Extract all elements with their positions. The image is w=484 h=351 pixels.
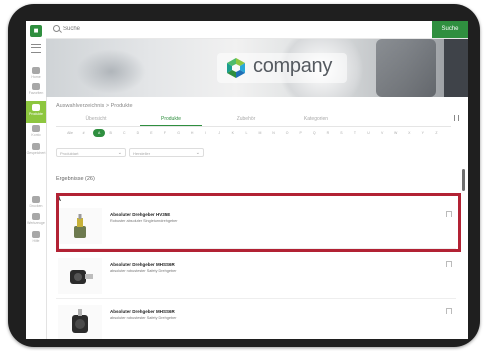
banner-image-part	[76, 49, 146, 94]
product-card[interactable]: Absoluter Drehgeber MHSS6R absoluter rob…	[56, 301, 456, 339]
banner-image-part	[376, 39, 436, 97]
alphabet-letter[interactable]: T	[351, 129, 359, 137]
alphabet-filter: Alle # A B C D E F G H I J K L M N O P Q R S T U V W X Y Z	[56, 129, 456, 137]
encoder-image	[72, 309, 88, 333]
product-title[interactable]: Absoluter Drehgeber MHSS6R	[110, 262, 175, 267]
alphabet-letter[interactable]: #	[80, 129, 88, 137]
encoder-image	[70, 270, 93, 284]
alphabet-letter[interactable]: M	[256, 129, 264, 137]
alphabet-letter[interactable]: V	[378, 129, 386, 137]
user-icon	[32, 125, 40, 132]
rail-item-favoriten[interactable]: Favoriten	[26, 83, 46, 95]
filter-label: Hersteller	[133, 151, 151, 156]
chevron-down-icon: ⌄	[117, 150, 122, 156]
alphabet-letter[interactable]: H	[188, 129, 196, 137]
product-image	[58, 305, 102, 339]
rail-item-produkte[interactable]: Produkte	[26, 101, 46, 123]
chevron-down-icon: ⌄	[195, 150, 200, 156]
rail-item-label: Werkzeuge	[27, 221, 45, 225]
company-name: company	[253, 55, 333, 77]
tab-bar: Übersicht Produkte Zubehör Kategorien	[56, 114, 451, 127]
heart-icon	[32, 83, 40, 90]
rail-item-label: Favoriten	[28, 91, 44, 95]
tab-produkte[interactable]: Produkte	[141, 116, 201, 122]
alphabet-letter[interactable]: Alle	[66, 129, 74, 137]
pause-icon[interactable]	[454, 115, 459, 121]
alphabet-letter[interactable]: Q	[310, 129, 318, 137]
rail-item-home[interactable]: Home	[26, 67, 46, 79]
filter-produktart[interactable]: Produktart ⌄	[56, 148, 126, 157]
rail-item-label: Gespeichert	[26, 151, 46, 155]
company-logo: company	[217, 53, 347, 83]
company-logo-icon	[227, 58, 245, 78]
alphabet-letter[interactable]: D	[134, 129, 142, 137]
bookmark-icon	[32, 143, 40, 150]
tab-uebersicht[interactable]: Übersicht	[66, 116, 126, 122]
alphabet-letter[interactable]: L	[242, 129, 250, 137]
product-description: absoluter robustester Safety Drehgeber	[110, 316, 177, 320]
alphabet-letter[interactable]: Y	[419, 129, 427, 137]
product-card[interactable]: Absoluter Drehgeber MHSS6R absoluter rob…	[56, 254, 456, 299]
tab-kategorien[interactable]: Kategorien	[286, 116, 346, 122]
lightbulb-icon	[32, 104, 40, 111]
alphabet-letter[interactable]: I	[202, 129, 210, 137]
bookmark-icon[interactable]	[446, 261, 452, 267]
alphabet-letter[interactable]: E	[147, 129, 155, 137]
search-button[interactable]: Suche	[432, 21, 468, 38]
rail-item-gespeichert[interactable]: Gespeichert	[26, 143, 46, 155]
alphabet-letter[interactable]: K	[229, 129, 237, 137]
rail-item-label: Konto	[31, 133, 41, 137]
hamburger-menu-icon[interactable]	[31, 44, 41, 53]
alphabet-letter[interactable]: Z	[432, 129, 440, 137]
left-rail: ■ Home Favoriten Produkte Konto Gespeich…	[26, 21, 47, 339]
tab-zubehoer[interactable]: Zubehör	[216, 116, 276, 122]
selection-highlight	[56, 193, 461, 252]
rail-item-label: Home	[31, 75, 41, 79]
product-title[interactable]: Absoluter Drehgeber MHSS6R	[110, 309, 175, 314]
alphabet-letter[interactable]: P	[297, 129, 305, 137]
alphabet-letter[interactable]: S	[337, 129, 345, 137]
home-icon	[32, 67, 40, 74]
product-description: absoluter robustester Safety Drehgeber	[110, 269, 177, 273]
search-icon	[53, 25, 60, 32]
rail-item-drucken[interactable]: Drucken	[26, 196, 46, 208]
hero-banner: company	[46, 39, 468, 97]
rail-item-hilfe[interactable]: Hilfe	[26, 231, 46, 243]
rail-item-werkzeuge[interactable]: Werkzeuge	[26, 213, 46, 225]
alphabet-letter[interactable]: N	[270, 129, 278, 137]
breadcrumb: Auswahlverzeichnis > Produkte	[56, 103, 133, 109]
product-image	[58, 258, 102, 294]
alphabet-letter[interactable]: C	[120, 129, 128, 137]
search-input[interactable]	[63, 23, 363, 35]
app-screen: ■ Home Favoriten Produkte Konto Gespeich…	[26, 21, 468, 339]
rail-item-konto[interactable]: Konto	[26, 125, 46, 137]
banner-image-part	[444, 39, 468, 97]
top-bar: Suche	[46, 21, 468, 39]
rail-item-label: Produkte	[28, 112, 43, 116]
alphabet-letter[interactable]: G	[175, 129, 183, 137]
rail-item-label: Hilfe	[32, 239, 40, 243]
active-tab-indicator	[140, 125, 202, 126]
filter-hersteller[interactable]: Hersteller ⌄	[129, 148, 204, 157]
filter-label: Produktart	[60, 151, 79, 156]
alphabet-letter[interactable]: B	[107, 129, 115, 137]
alphabet-letter[interactable]: R	[324, 129, 332, 137]
scrollbar[interactable]	[462, 169, 465, 191]
bookmark-icon[interactable]	[446, 308, 452, 314]
alphabet-letter[interactable]: A	[93, 129, 106, 137]
results-count: Ergebnisse (26)	[56, 176, 95, 182]
alphabet-letter[interactable]: O	[283, 129, 291, 137]
alphabet-letter[interactable]: J	[215, 129, 223, 137]
alphabet-letter[interactable]: U	[365, 129, 373, 137]
alphabet-letter[interactable]: X	[405, 129, 413, 137]
print-icon	[32, 196, 40, 203]
rail-item-label: Drucken	[29, 204, 43, 208]
help-icon	[32, 231, 40, 238]
alphabet-letter[interactable]: F	[161, 129, 169, 137]
tool-icon	[32, 213, 40, 220]
alphabet-letter[interactable]: W	[392, 129, 400, 137]
app-logo[interactable]: ■	[30, 25, 42, 37]
